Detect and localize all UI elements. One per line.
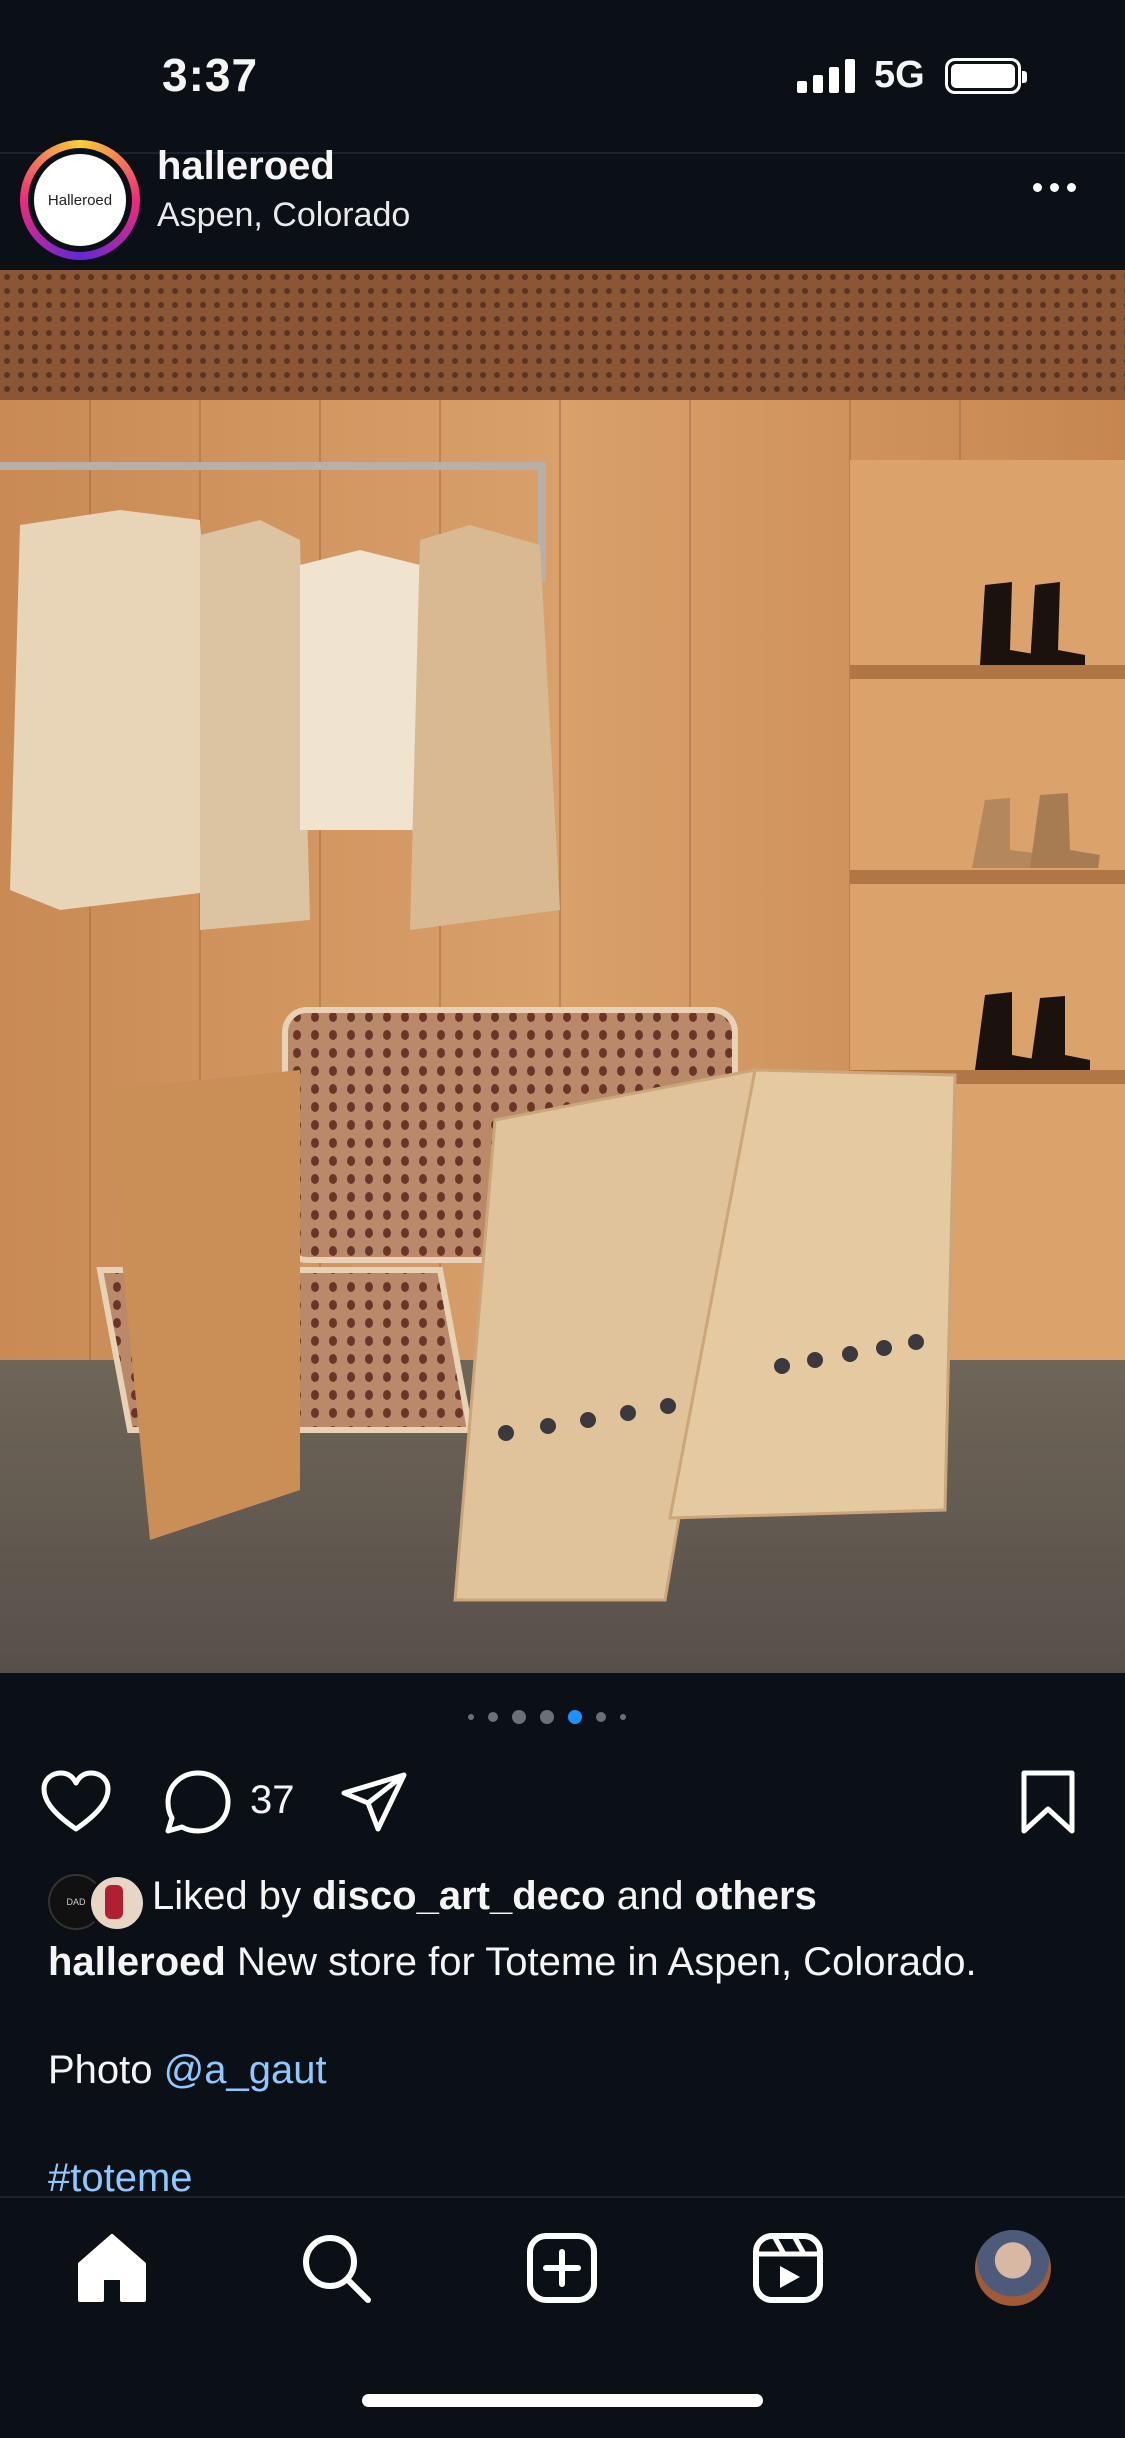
carousel-dot [596, 1712, 606, 1722]
avatar[interactable]: Halleroed [34, 154, 126, 246]
search-icon[interactable] [296, 2228, 376, 2308]
post-username[interactable]: halleroed [157, 144, 335, 189]
status-time: 3:37 [162, 49, 259, 101]
signal-icon [797, 57, 857, 93]
photo-credit-handle[interactable]: @a_gaut [164, 2048, 327, 2092]
carousel-dot [512, 1710, 526, 1724]
post-caption: halleroed New store for Toteme in Aspen,… [48, 1940, 1088, 1985]
liked-by-middle: and [616, 1874, 684, 1918]
profile-avatar[interactable] [975, 2230, 1051, 2306]
carousel-dot [468, 1714, 474, 1720]
more-dots-icon[interactable] [1033, 183, 1076, 192]
carousel-dot [488, 1712, 498, 1722]
post-location[interactable]: Aspen, Colorado [157, 196, 410, 235]
carousel-dot [620, 1714, 626, 1720]
liked-by-others[interactable]: others [695, 1874, 817, 1918]
photo-credit: Photo @a_gaut [48, 2048, 327, 2093]
create-icon[interactable] [522, 2228, 602, 2308]
post-photo[interactable] [0, 270, 1125, 1673]
carousel-dot [568, 1710, 582, 1724]
reels-icon[interactable] [748, 2228, 828, 2308]
carousel-dot [540, 1710, 554, 1724]
hashtag-link[interactable]: #toteme [48, 2156, 193, 2201]
network-label: 5G [874, 54, 925, 96]
bookmark-icon[interactable] [1012, 1767, 1084, 1839]
home-icon[interactable] [72, 2228, 152, 2308]
home-indicator[interactable] [362, 2394, 763, 2407]
caption-username[interactable]: halleroed [48, 1940, 226, 1984]
liked-by-user[interactable]: disco_art_deco [312, 1874, 605, 1918]
heart-icon[interactable] [40, 1767, 112, 1839]
liked-by-avatar[interactable] [88, 1874, 146, 1932]
comment-icon[interactable] [162, 1767, 234, 1839]
comment-count[interactable]: 37 [250, 1778, 295, 1823]
battery-icon [945, 58, 1027, 94]
send-icon[interactable] [338, 1767, 410, 1839]
photo-credit-label: Photo [48, 2048, 153, 2092]
caption-text: New store for Toteme in Aspen, Colorado. [236, 1940, 977, 1984]
carousel-indicator [468, 1710, 626, 1724]
liked-by-prefix: Liked by [152, 1874, 301, 1918]
liked-by-text: Liked by disco_art_deco and others [152, 1874, 817, 1919]
